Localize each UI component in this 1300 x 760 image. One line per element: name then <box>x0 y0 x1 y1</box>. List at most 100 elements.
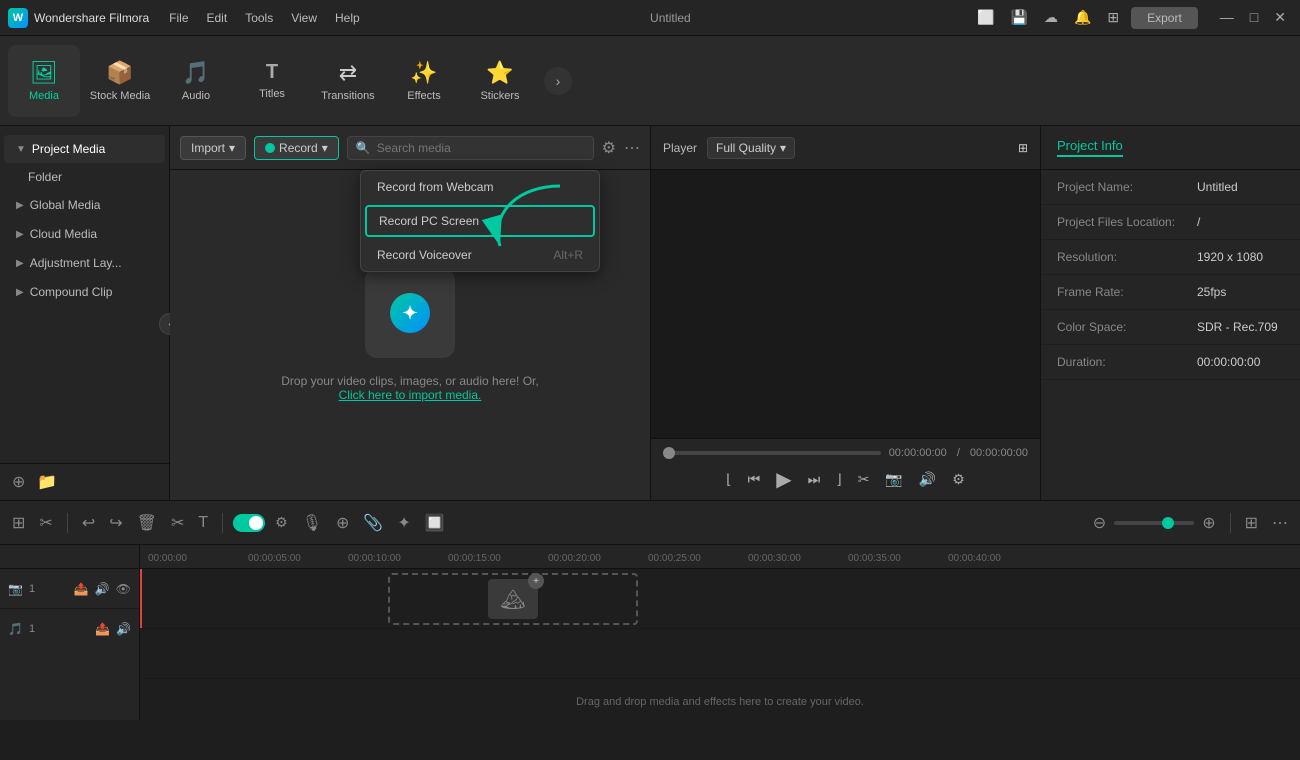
record-dot-icon <box>265 143 275 153</box>
sidebar-item-folder[interactable]: Folder <box>0 164 169 190</box>
audio-track-upload-icon[interactable]: 📤 <box>95 622 110 636</box>
audio-track <box>140 629 1300 679</box>
icon-notification[interactable]: 🔔 <box>1070 7 1095 28</box>
project-info-tab-label[interactable]: Project Info <box>1057 138 1123 157</box>
video-track-controls: 📤 🔊 👁 <box>74 582 131 596</box>
color-space-key: Color Space: <box>1057 320 1197 334</box>
toolbar-effects[interactable]: ✨ Effects <box>388 45 460 117</box>
timeline-layout-icon[interactable]: ⊞ <box>1241 509 1262 537</box>
ruler-tick-2: 00:00:10:00 <box>348 553 448 564</box>
play-button[interactable]: ▶ <box>776 467 791 492</box>
icon-grid[interactable]: ⊞ <box>1103 7 1123 28</box>
timeline-undo-icon[interactable]: ↩ <box>78 509 99 537</box>
minimize-button[interactable]: — <box>1214 9 1240 26</box>
menu-bar[interactable]: File Edit Tools View Help <box>161 9 368 27</box>
toolbar-titles[interactable]: T Titles <box>236 45 308 117</box>
menu-file[interactable]: File <box>161 9 196 27</box>
drop-text-main: Drop your video clips, images, or audio … <box>281 374 538 388</box>
dropdown-item-voiceover[interactable]: Record Voiceover Alt+R <box>361 239 599 271</box>
timeline-magnet-icon[interactable]: ✂ <box>35 509 56 537</box>
more-icon[interactable]: ⋯ <box>624 138 640 158</box>
timeline-delete-icon[interactable]: 🗑 <box>133 509 161 537</box>
toolbar-expand-button[interactable]: › <box>544 67 572 95</box>
timeline-mic-icon[interactable]: 🎙 <box>298 509 326 537</box>
window-title: Untitled <box>368 11 973 25</box>
import-folder-icon[interactable]: 📁 <box>37 472 57 492</box>
sidebar-item-global-media[interactable]: ▶ Global Media <box>4 191 165 219</box>
player-progress: 00:00:00:00 / 00:00:00:00 <box>663 447 1028 459</box>
player-controls: 00:00:00:00 / 00:00:00:00 ⌊ ⏮ ▶ ⏭ ⌋ ✂ 📷 … <box>651 438 1040 500</box>
player-expand-icon[interactable]: ⊞ <box>1018 141 1028 155</box>
dropdown-item-webcam[interactable]: Record from Webcam <box>361 171 599 203</box>
dropdown-item-screen[interactable]: Record PC Screen <box>365 205 595 237</box>
mark-in-button[interactable]: ⌊ <box>726 471 731 488</box>
prev-frame-button[interactable]: ⏮ <box>748 471 761 488</box>
settings-button[interactable]: ⚙ <box>952 471 965 488</box>
timeline-redo-icon[interactable]: ↪ <box>105 509 126 537</box>
search-box[interactable]: 🔍 <box>347 136 594 160</box>
logo-icon: W <box>8 8 28 28</box>
time-current: 00:00:00:00 <box>889 447 947 459</box>
drop-media-zone[interactable]: 🏔 + <box>388 573 638 625</box>
tl-divider-2 <box>222 513 223 533</box>
export-button[interactable]: Export <box>1131 7 1198 29</box>
timeline-magic-icon[interactable]: ✦ <box>393 509 414 537</box>
player-viewport <box>651 170 1040 438</box>
menu-help[interactable]: Help <box>327 9 368 27</box>
timeline-more-icon[interactable]: ⋯ <box>1268 509 1292 537</box>
icon-save[interactable]: 💾 <box>1007 7 1032 28</box>
volume-button[interactable]: 🔊 <box>919 471 936 488</box>
quality-select[interactable]: Full Quality ▾ <box>707 137 795 159</box>
timeline-toggle[interactable] <box>233 514 265 532</box>
search-input[interactable] <box>377 141 585 155</box>
menu-view[interactable]: View <box>283 9 325 27</box>
zoom-track[interactable] <box>1114 521 1194 525</box>
toolbar-media[interactable]: 🖼 Media <box>8 45 80 117</box>
icon-cloud[interactable]: ☁ <box>1040 7 1062 28</box>
icon-monitor[interactable]: ⬜ <box>973 7 998 28</box>
timeline-text-icon[interactable]: T <box>194 510 212 536</box>
next-frame-button[interactable]: ⏭ <box>808 471 821 488</box>
ruler-tick-0: 00:00:00 <box>148 553 248 564</box>
snapshot-button[interactable]: 📷 <box>885 471 902 488</box>
sidebar-item-project-media[interactable]: ▼ Project Media <box>4 135 165 163</box>
maximize-button[interactable]: □ <box>1244 9 1264 26</box>
zoom-out-icon[interactable]: ⊖ <box>1089 509 1110 537</box>
audio-track-volume-icon[interactable]: 🔊 <box>116 622 131 636</box>
close-button[interactable]: ✕ <box>1268 9 1292 26</box>
audio-track-controls: 📤 🔊 <box>95 622 131 636</box>
global-media-label: Global Media <box>30 198 101 212</box>
toolbar-stock-media[interactable]: 📦 Stock Media <box>84 45 156 117</box>
add-folder-icon[interactable]: ⊕ <box>12 472 25 492</box>
timeline-ai-icon[interactable]: 🔲 <box>421 509 449 537</box>
progress-bar[interactable] <box>663 451 881 455</box>
timeline-cut-icon[interactable]: ✂ <box>167 509 188 537</box>
timeline-settings-icon[interactable]: ⚙ <box>271 510 292 535</box>
menu-tools[interactable]: Tools <box>237 9 281 27</box>
project-media-label: Project Media <box>32 142 105 156</box>
import-button[interactable]: Import ▾ <box>180 136 246 160</box>
project-location-key: Project Files Location: <box>1057 215 1197 229</box>
sidebar-item-cloud-media[interactable]: ▶ Cloud Media <box>4 220 165 248</box>
toolbar-transitions[interactable]: ⇄ Transitions <box>312 45 384 117</box>
menu-edit[interactable]: Edit <box>199 9 236 27</box>
zoom-in-icon[interactable]: ⊕ <box>1198 509 1219 537</box>
toolbar-stickers[interactable]: ⭐ Stickers <box>464 45 536 117</box>
video-track-eye-icon[interactable]: 👁 <box>116 582 131 596</box>
timeline-grid-icon[interactable]: ⊞ <box>8 509 29 537</box>
video-track-audio-icon[interactable]: 🔊 <box>95 582 110 596</box>
filter-icon[interactable]: ⚙ <box>602 138 616 158</box>
transitions-label: Transitions <box>321 90 374 102</box>
record-button[interactable]: Record ▾ <box>254 136 339 160</box>
media-toolbar: Import ▾ Record ▾ 🔍 ⚙ ⋯ <box>170 126 650 170</box>
sidebar-item-adjustment-layer[interactable]: ▶ Adjustment Lay... <box>4 249 165 277</box>
split-button[interactable]: ✂ <box>858 471 870 488</box>
mark-out-button[interactable]: ⌋ <box>836 471 841 488</box>
video-track-upload-icon[interactable]: 📤 <box>74 582 89 596</box>
toolbar-audio[interactable]: 🎵 Audio <box>160 45 232 117</box>
sidebar-item-compound-clip[interactable]: ▶ Compound Clip <box>4 278 165 306</box>
timeline-record-icon[interactable]: ⊕ <box>332 509 353 537</box>
timeline-clip-icon[interactable]: 📎 <box>359 509 387 537</box>
adjustment-layer-label: Adjustment Lay... <box>30 256 122 270</box>
drop-link[interactable]: Click here to import media. <box>339 388 482 402</box>
